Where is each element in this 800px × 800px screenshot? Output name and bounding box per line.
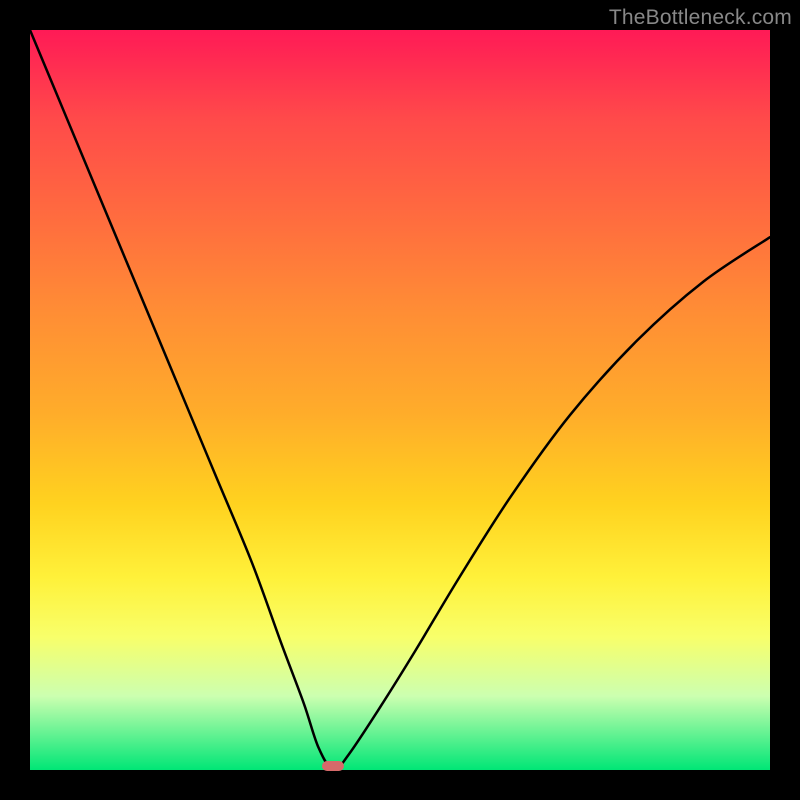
minimum-marker xyxy=(322,761,344,771)
bottleneck-curve xyxy=(30,30,770,770)
chart-frame: TheBottleneck.com xyxy=(0,0,800,800)
plot-area xyxy=(30,30,770,770)
watermark-text: TheBottleneck.com xyxy=(609,6,792,30)
